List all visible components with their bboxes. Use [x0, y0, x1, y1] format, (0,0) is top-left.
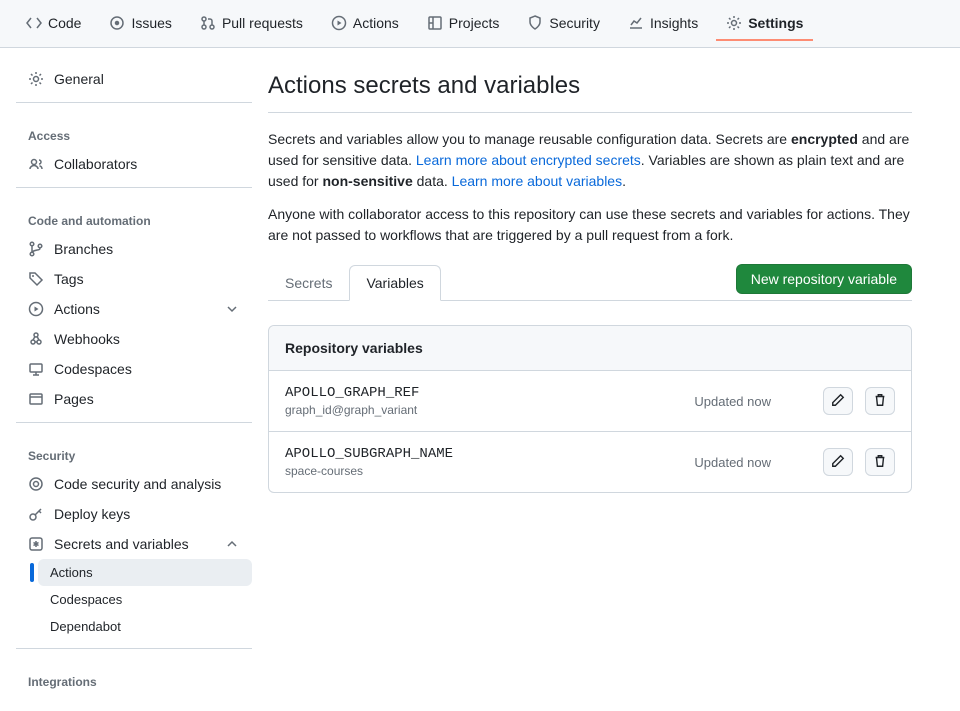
sidebar-heading: Code and automation: [16, 196, 252, 234]
topnav-issues[interactable]: Issues: [99, 7, 181, 41]
sidebar-item-branches[interactable]: Branches: [16, 234, 252, 264]
variable-row: APOLLO_SUBGRAPH_NAME space-courses Updated…: [269, 432, 911, 492]
codespaces-icon: [28, 361, 44, 377]
variable-name: APOLLO_GRAPH_REF: [285, 385, 682, 401]
sidebar-item-actions[interactable]: Actions: [16, 294, 252, 324]
graph-icon: [628, 15, 644, 31]
webhook-icon: [28, 331, 44, 347]
variable-name: APOLLO_SUBGRAPH_NAME: [285, 446, 682, 462]
code-icon: [26, 15, 42, 31]
variable-updated: Updated now: [694, 455, 771, 470]
trash-icon: [873, 393, 887, 410]
sidebar-heading: Integrations: [16, 657, 252, 695]
link-encrypted-secrets[interactable]: Learn more about encrypted secrets: [416, 152, 641, 168]
browser-icon: [28, 391, 44, 407]
tab-variables[interactable]: Variables: [349, 265, 440, 301]
tab-secrets[interactable]: Secrets: [268, 265, 349, 300]
shield-icon: [527, 15, 543, 31]
topnav-projects[interactable]: Projects: [417, 7, 510, 41]
delete-button[interactable]: [865, 387, 895, 415]
gear-icon: [28, 71, 44, 87]
play-icon: [331, 15, 347, 31]
sidebar-subitem-dependabot[interactable]: Dependabot: [38, 613, 252, 640]
variable-updated: Updated now: [694, 394, 771, 409]
sidebar-item-tags[interactable]: Tags: [16, 264, 252, 294]
play-icon: [28, 301, 44, 317]
delete-button[interactable]: [865, 448, 895, 476]
panel-heading: Repository variables: [269, 326, 911, 371]
variable-value: space-courses: [285, 464, 682, 478]
pr-icon: [200, 15, 216, 31]
trash-icon: [873, 454, 887, 471]
variable-row: APOLLO_GRAPH_REF graph_id@graph_variant Up…: [269, 371, 911, 432]
intro-paragraph-2: Anyone with collaborator access to this …: [268, 204, 912, 246]
variable-value: graph_id@graph_variant: [285, 403, 682, 417]
edit-button[interactable]: [823, 387, 853, 415]
sidebar-item-codespaces[interactable]: Codespaces: [16, 354, 252, 384]
chevron-down-icon: [224, 301, 240, 317]
topnav-actions[interactable]: Actions: [321, 7, 409, 41]
chevron-up-icon: [224, 536, 240, 552]
sidebar-item-deploy-keys[interactable]: Deploy keys: [16, 499, 252, 529]
pencil-icon: [831, 393, 845, 410]
gear-icon: [726, 15, 742, 31]
sidebar-subitem-codespaces[interactable]: Codespaces: [38, 586, 252, 613]
sidebar-item-webhooks[interactable]: Webhooks: [16, 324, 252, 354]
sidebar-heading: Security: [16, 431, 252, 469]
topnav-pull-requests[interactable]: Pull requests: [190, 7, 313, 41]
scan-icon: [28, 476, 44, 492]
new-repository-variable-button[interactable]: New repository variable: [736, 264, 912, 294]
pencil-icon: [831, 454, 845, 471]
people-icon: [28, 156, 44, 172]
issues-icon: [109, 15, 125, 31]
link-variables[interactable]: Learn more about variables: [452, 173, 622, 189]
asterisk-icon: [28, 536, 44, 552]
topnav-security[interactable]: Security: [517, 7, 610, 41]
sidebar-item-collaborators[interactable]: Collaborators: [16, 149, 252, 179]
topnav-settings[interactable]: Settings: [716, 7, 813, 41]
sidebar-heading: Access: [16, 111, 252, 149]
sidebar-subitem-actions[interactable]: Actions: [38, 559, 252, 586]
edit-button[interactable]: [823, 448, 853, 476]
page-title: Actions secrets and variables: [268, 72, 912, 100]
sidebar-general[interactable]: General: [16, 64, 252, 94]
sidebar-item-code-security-and-analysis[interactable]: Code security and analysis: [16, 469, 252, 499]
key-icon: [28, 506, 44, 522]
sidebar-item-pages[interactable]: Pages: [16, 384, 252, 414]
projects-icon: [427, 15, 443, 31]
branch-icon: [28, 241, 44, 257]
sidebar-item-secrets-and-variables[interactable]: Secrets and variables: [16, 529, 252, 559]
topnav-insights[interactable]: Insights: [618, 7, 708, 41]
intro-paragraph-1: Secrets and variables allow you to manag…: [268, 129, 912, 192]
topnav-code[interactable]: Code: [16, 7, 91, 41]
tag-icon: [28, 271, 44, 287]
